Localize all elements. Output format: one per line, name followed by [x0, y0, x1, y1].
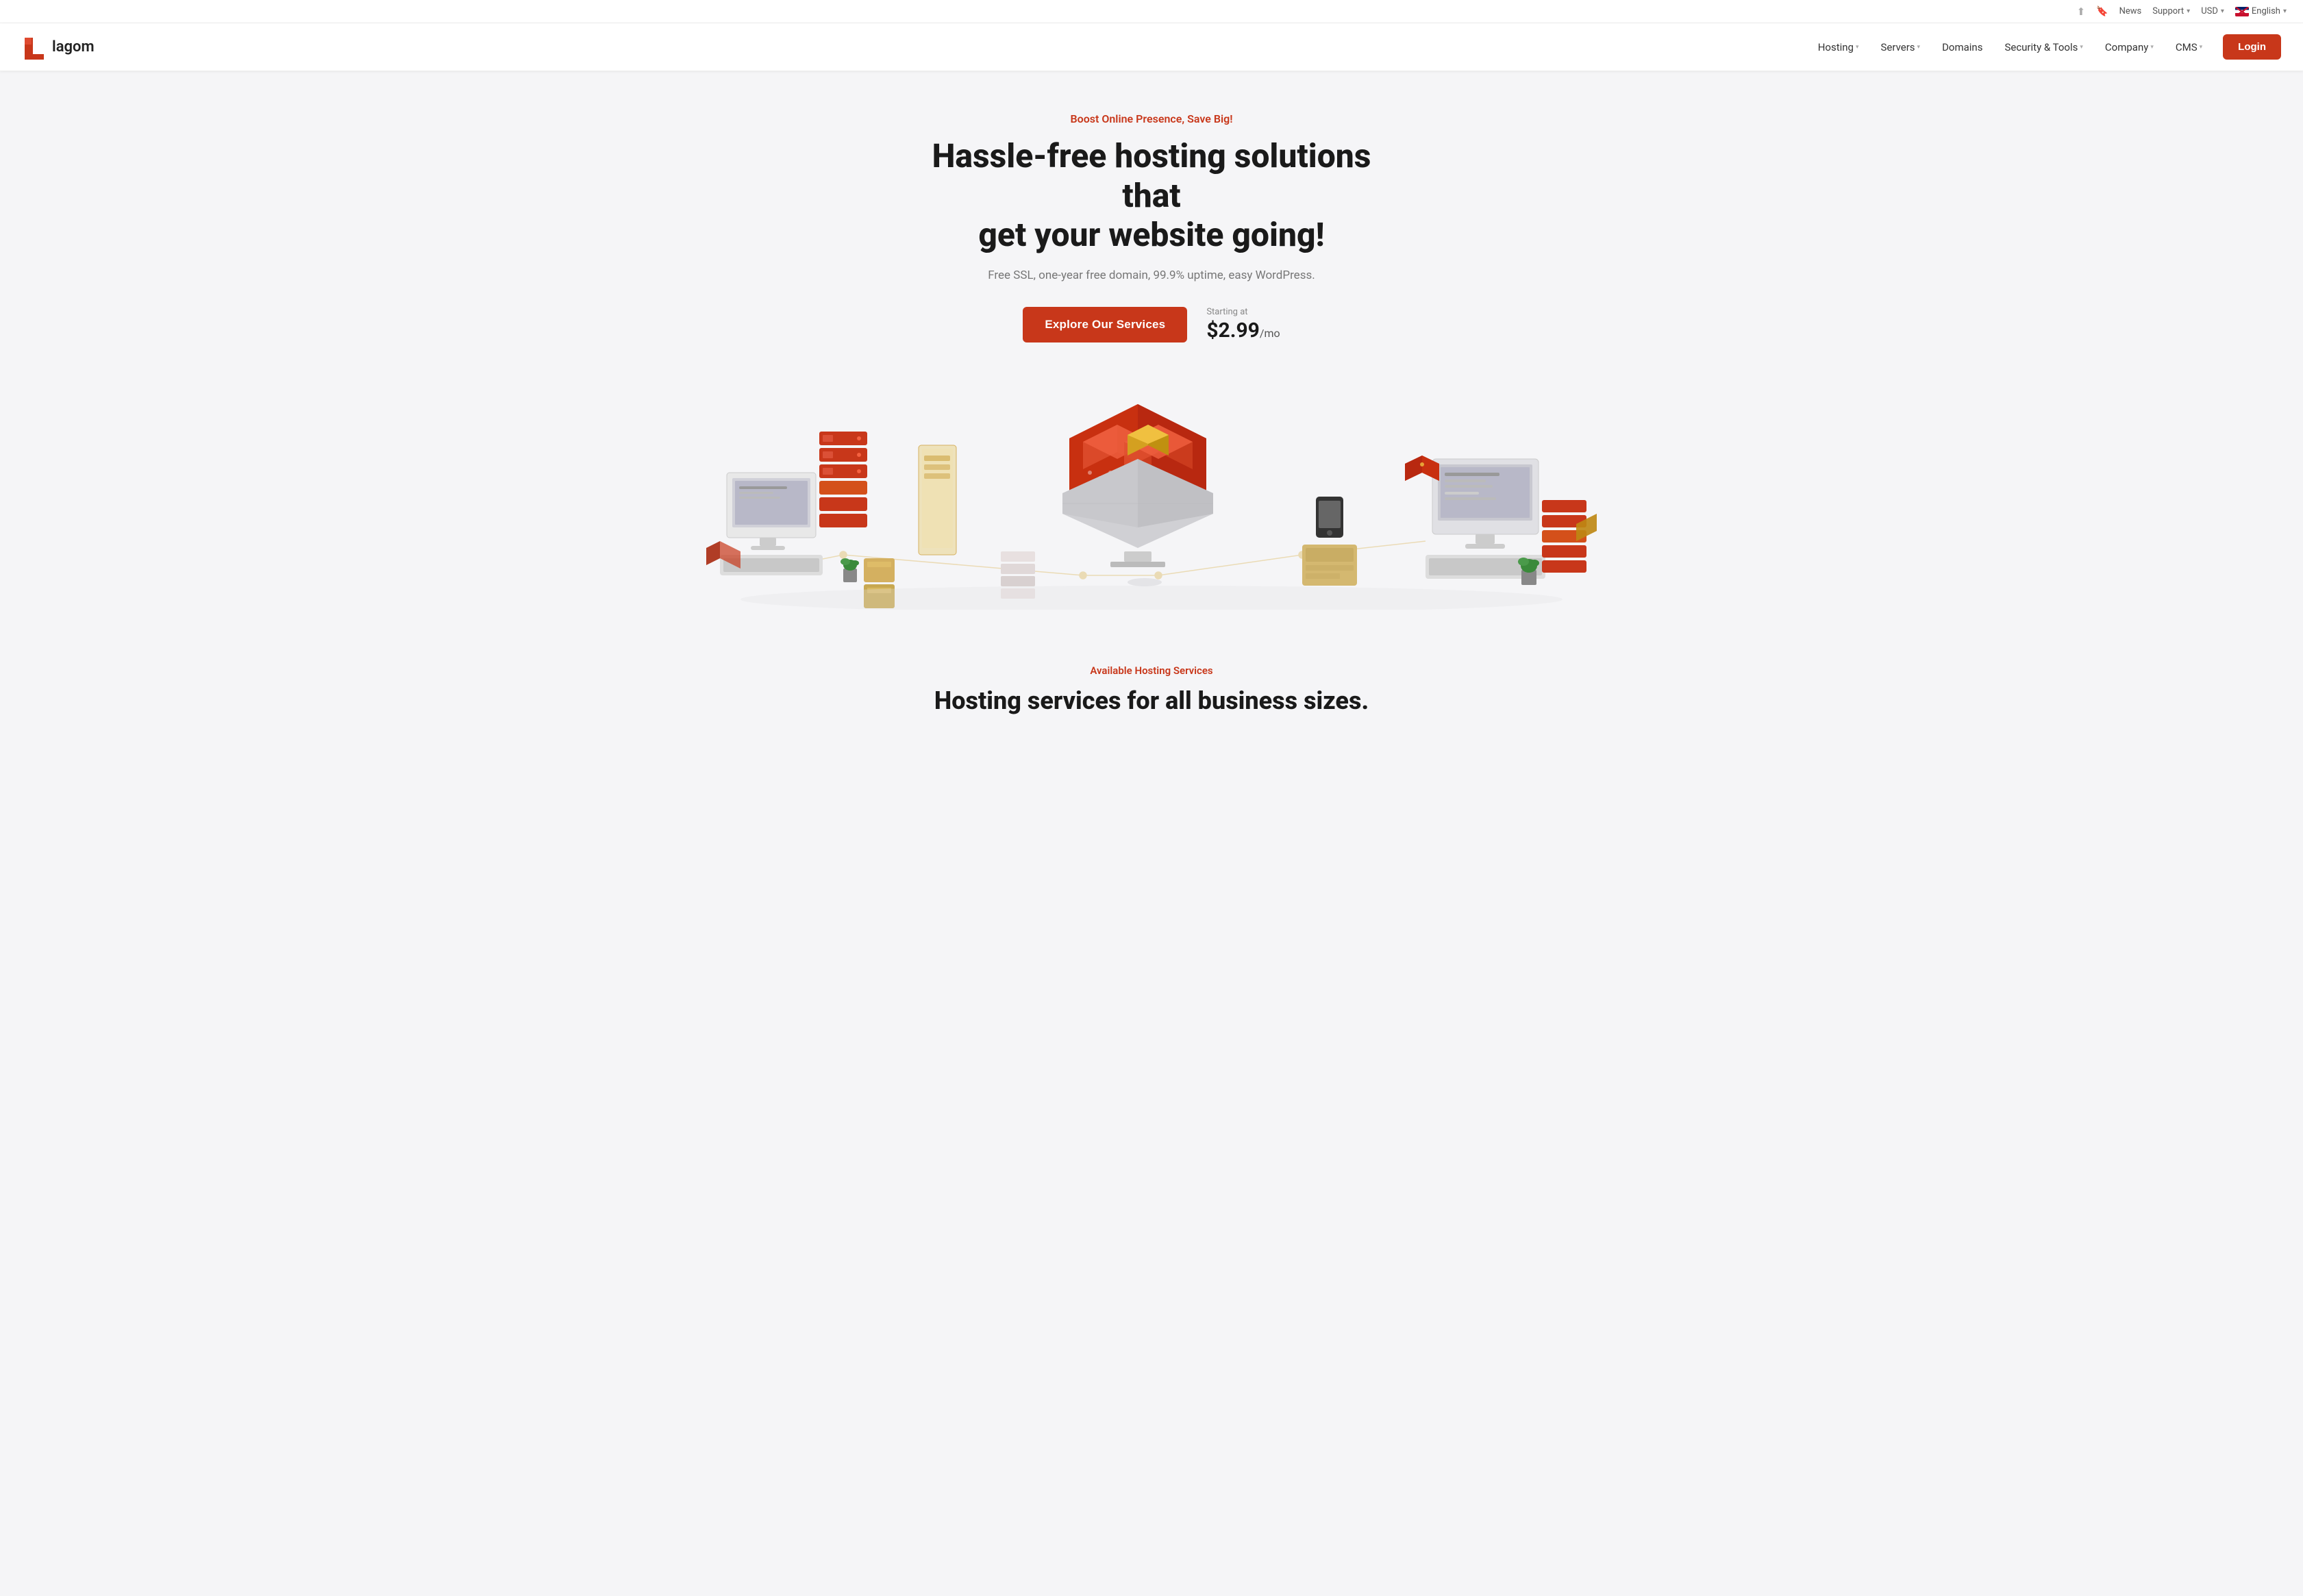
language-label: English [2252, 6, 2280, 16]
hero-title-line1: Hassle-free hosting solutions that [932, 136, 1371, 215]
hero-title: Hassle-free hosting solutions that get y… [912, 136, 1391, 255]
logo-icon [22, 35, 47, 60]
nav-hosting-chevron: ▾ [1856, 44, 1859, 51]
services-eyebrow: Available Hosting Services [16, 664, 2287, 677]
hero-section: Boost Online Presence, Save Big! Hassle-… [0, 71, 2303, 623]
hero-scene-svg [706, 363, 1597, 610]
explore-button[interactable]: Explore Our Services [1023, 307, 1187, 342]
hero-subtitle: Free SSL, one-year free domain, 99.9% up… [912, 269, 1391, 282]
main-nav: lagom Hosting ▾ Servers ▾ Domains Securi… [0, 23, 2303, 71]
nav-company-label: Company [2105, 41, 2148, 53]
logo-text: lagom [52, 38, 95, 55]
bookmark-icon-item[interactable]: 🔖 [2096, 6, 2108, 17]
news-label: News [2119, 6, 2142, 16]
price-value: $2.99 [1206, 319, 1260, 342]
hero-content: Boost Online Presence, Save Big! Hassle-… [912, 112, 1391, 342]
nav-company-chevron: ▾ [2150, 44, 2154, 51]
nav-cms-chevron: ▾ [2200, 44, 2203, 51]
nav-item-hosting[interactable]: Hosting ▾ [1808, 36, 1869, 59]
price-mo: /mo [1260, 327, 1280, 340]
login-button[interactable]: Login [2223, 34, 2281, 60]
nav-servers-label: Servers [1881, 41, 1915, 53]
price-block: Starting at $2.99/mo [1206, 307, 1280, 342]
language-selector[interactable]: English ▾ [2235, 6, 2287, 16]
hero-eyebrow: Boost Online Presence, Save Big! [912, 112, 1391, 125]
share-icon: ⬆ [2077, 5, 2086, 18]
hero-cta-row: Explore Our Services Starting at $2.99/m… [912, 307, 1391, 342]
nav-item-company[interactable]: Company ▾ [2095, 36, 2163, 59]
nav-item-cms[interactable]: CMS ▾ [2166, 36, 2212, 59]
flag-icon [2235, 7, 2249, 16]
share-icon-item[interactable]: ⬆ [2077, 5, 2086, 18]
logo[interactable]: lagom [22, 35, 95, 60]
nav-servers-chevron: ▾ [1917, 44, 1921, 51]
language-chevron: ▾ [2283, 8, 2287, 15]
nav-links: Hosting ▾ Servers ▾ Domains Security & T… [1808, 34, 2281, 60]
nav-domains-label: Domains [1942, 41, 1982, 53]
news-link[interactable]: News [2119, 6, 2142, 16]
nav-security-chevron: ▾ [2080, 44, 2083, 51]
price-starting-text: Starting at [1206, 307, 1280, 317]
nav-item-servers[interactable]: Servers ▾ [1871, 36, 1930, 59]
nav-hosting-label: Hosting [1818, 41, 1854, 53]
currency-chevron: ▾ [2221, 8, 2224, 15]
hero-illustration [706, 363, 1597, 610]
services-title: Hosting services for all business sizes. [16, 686, 2287, 715]
support-label: Support [2152, 6, 2184, 16]
support-chevron: ▾ [2187, 8, 2190, 15]
currency-selector[interactable]: USD ▾ [2201, 6, 2224, 16]
bookmark-icon: 🔖 [2096, 6, 2108, 17]
support-link[interactable]: Support ▾ [2152, 6, 2190, 16]
nav-item-security[interactable]: Security & Tools ▾ [1995, 36, 2092, 59]
services-section: Available Hosting Services Hosting servi… [0, 623, 2303, 736]
nav-item-domains[interactable]: Domains [1932, 36, 1992, 59]
nav-cms-label: CMS [2176, 41, 2198, 53]
price-amount: $2.99/mo [1206, 319, 1280, 342]
nav-security-label: Security & Tools [2004, 41, 2078, 53]
currency-label: USD [2201, 6, 2218, 16]
top-bar: ⬆ 🔖 News Support ▾ USD ▾ English ▾ [0, 0, 2303, 23]
hero-title-line2: get your website going! [978, 215, 1324, 254]
